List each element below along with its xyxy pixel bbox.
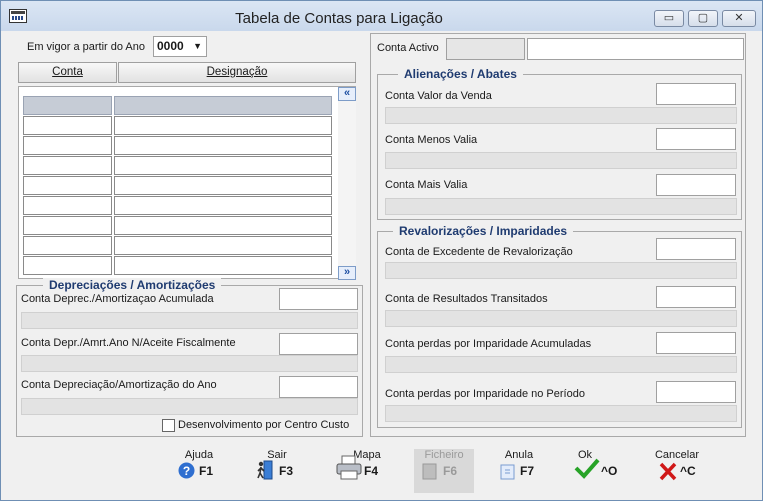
chevron-down-icon: ▼ xyxy=(193,41,202,51)
menos-valia-label: Conta Menos Valia xyxy=(385,134,478,146)
centro-custo-checkbox[interactable] xyxy=(162,419,175,432)
resultados-transitados-label: Conta de Resultados Transitados xyxy=(385,293,548,305)
year-select[interactable]: 0000 ▼ xyxy=(153,36,207,57)
printer-icon xyxy=(335,455,363,484)
imparidade-acumuladas-description xyxy=(385,356,737,373)
column-header-designacao[interactable]: Designação xyxy=(118,62,356,83)
deprec-acumulada-description xyxy=(21,312,358,329)
imparidade-acumuladas-label: Conta perdas por Imparidade Acumuladas xyxy=(385,338,592,350)
excedente-revalorizacao-input[interactable] xyxy=(656,238,736,260)
deprec-ano-input[interactable] xyxy=(279,376,358,398)
table-row[interactable] xyxy=(23,176,333,196)
imparidade-periodo-input[interactable] xyxy=(656,381,736,403)
menos-valia-input[interactable] xyxy=(656,128,736,150)
deprec-ano-fiscal-description xyxy=(21,355,358,372)
mais-valia-label: Conta Mais Valia xyxy=(385,179,468,191)
grid-scrollbar[interactable]: « » xyxy=(338,87,356,280)
minimize-button[interactable]: ▭ xyxy=(654,10,684,27)
excedente-revalorizacao-label: Conta de Excedente de Revalorização xyxy=(385,246,573,258)
grid-header-row xyxy=(23,96,333,116)
alienacoes-title: Alienações / Abates xyxy=(398,67,523,81)
undo-icon xyxy=(499,462,517,483)
help-button[interactable]: Ajuda ? F1 xyxy=(169,449,229,493)
conta-activo-input[interactable] xyxy=(527,38,744,60)
help-icon: ? xyxy=(178,462,195,482)
imparidade-acumuladas-input[interactable] xyxy=(656,332,736,354)
year-label: Em vigor a partir do Ano xyxy=(27,41,146,53)
window-title: Tabela de Contas para Ligação xyxy=(235,10,443,27)
mais-valia-input[interactable] xyxy=(656,174,736,196)
mais-valia-description xyxy=(385,198,737,215)
deprec-acumulada-input[interactable] xyxy=(279,288,358,310)
svg-text:?: ? xyxy=(183,464,190,478)
menos-valia-description xyxy=(385,152,737,169)
deprec-acumulada-label: Conta Deprec./Amortizaçao Acumulada xyxy=(21,293,214,305)
imparidade-periodo-label: Conta perdas por Imparidade no Período xyxy=(385,388,585,400)
table-row[interactable] xyxy=(23,136,333,156)
conta-activo-code xyxy=(446,38,525,60)
imparidade-periodo-description xyxy=(385,405,737,422)
map-button[interactable]: Mapa F4 xyxy=(331,449,391,493)
cross-icon xyxy=(658,462,678,484)
conta-activo-label: Conta Activo xyxy=(377,42,439,54)
file-icon xyxy=(422,462,438,483)
scroll-down-button[interactable]: » xyxy=(338,266,356,280)
accounts-grid[interactable] xyxy=(23,96,333,276)
maximize-button[interactable]: ▢ xyxy=(688,10,718,27)
deprec-ano-fiscal-label: Conta Depr./Amrt.Ano N/Aceite Fiscalment… xyxy=(21,337,236,349)
close-button[interactable]: ✕ xyxy=(722,10,756,27)
year-value: 0000 xyxy=(157,39,184,53)
depreciacoes-title: Depreciações / Amortizações xyxy=(43,278,222,292)
resultados-transitados-input[interactable] xyxy=(656,286,736,308)
table-row[interactable] xyxy=(23,236,333,256)
ok-button[interactable]: Ok ^O xyxy=(557,449,617,493)
dialog-window: Tabela de Contas para Ligação ▭ ▢ ✕ Em v… xyxy=(0,0,763,501)
checkmark-icon xyxy=(574,457,600,482)
deprec-ano-fiscal-input[interactable] xyxy=(279,333,358,355)
table-row[interactable] xyxy=(23,116,333,136)
excedente-revalorizacao-description xyxy=(385,262,737,279)
deprec-ano-description xyxy=(21,398,358,415)
scroll-up-button[interactable]: « xyxy=(338,87,356,101)
deprec-ano-label: Conta Depreciação/Amortização do Ano xyxy=(21,379,217,391)
title-bar: Tabela de Contas para Ligação ▭ ▢ ✕ xyxy=(1,1,762,31)
cancel-button[interactable]: Cancelar ^C xyxy=(647,449,707,493)
resultados-transitados-description xyxy=(385,310,737,327)
valor-venda-description xyxy=(385,107,737,124)
table-row[interactable] xyxy=(23,156,333,176)
table-row[interactable] xyxy=(23,196,333,216)
table-row[interactable] xyxy=(23,256,333,276)
column-header-conta[interactable]: Conta xyxy=(18,62,117,83)
valor-venda-label: Conta Valor da Venda xyxy=(385,90,492,102)
file-button[interactable]: Ficheiro F6 xyxy=(414,449,474,493)
revalorizacoes-title: Revalorizações / Imparidades xyxy=(393,224,574,238)
exit-door-icon xyxy=(256,460,274,483)
centro-custo-label: Desenvolvimento por Centro Custo xyxy=(178,419,350,431)
undo-button[interactable]: Anula F7 xyxy=(489,449,549,493)
exit-button[interactable]: Sair F3 xyxy=(247,449,307,493)
valor-venda-input[interactable] xyxy=(656,83,736,105)
table-row[interactable] xyxy=(23,216,333,236)
